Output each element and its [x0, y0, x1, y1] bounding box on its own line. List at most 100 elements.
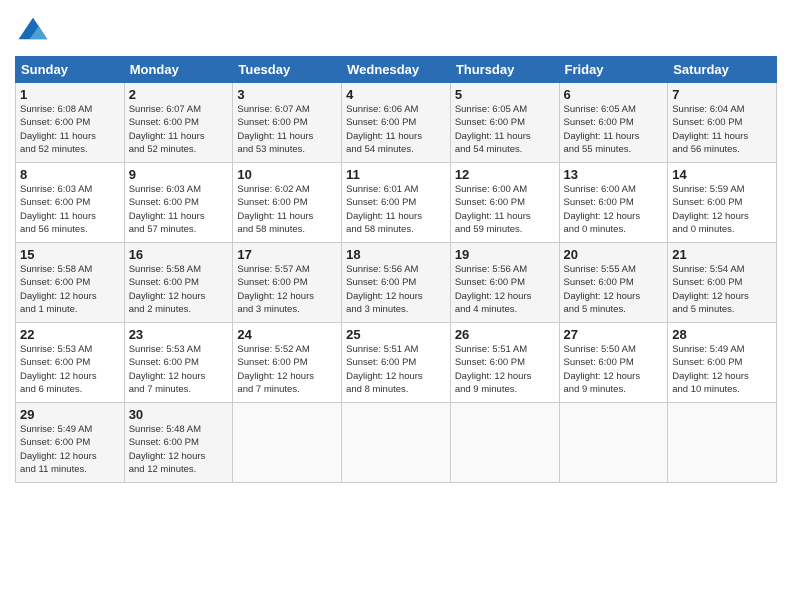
- day-info: Sunrise: 6:03 AM Sunset: 6:00 PM Dayligh…: [20, 183, 120, 236]
- calendar-cell: 18Sunrise: 5:56 AM Sunset: 6:00 PM Dayli…: [342, 243, 451, 323]
- calendar-cell: 25Sunrise: 5:51 AM Sunset: 6:00 PM Dayli…: [342, 323, 451, 403]
- day-info: Sunrise: 5:48 AM Sunset: 6:00 PM Dayligh…: [129, 423, 229, 476]
- calendar-cell: 9Sunrise: 6:03 AM Sunset: 6:00 PM Daylig…: [124, 163, 233, 243]
- calendar-cell: 4Sunrise: 6:06 AM Sunset: 6:00 PM Daylig…: [342, 83, 451, 163]
- calendar-cell: 26Sunrise: 5:51 AM Sunset: 6:00 PM Dayli…: [450, 323, 559, 403]
- day-number: 18: [346, 247, 446, 262]
- calendar-cell: 3Sunrise: 6:07 AM Sunset: 6:00 PM Daylig…: [233, 83, 342, 163]
- day-number: 30: [129, 407, 229, 422]
- calendar-cell: [342, 403, 451, 483]
- day-number: 15: [20, 247, 120, 262]
- day-number: 6: [564, 87, 664, 102]
- day-number: 23: [129, 327, 229, 342]
- calendar-cell: 27Sunrise: 5:50 AM Sunset: 6:00 PM Dayli…: [559, 323, 668, 403]
- col-header-wednesday: Wednesday: [342, 57, 451, 83]
- calendar-cell: 16Sunrise: 5:58 AM Sunset: 6:00 PM Dayli…: [124, 243, 233, 323]
- day-number: 10: [237, 167, 337, 182]
- calendar-cell: 15Sunrise: 5:58 AM Sunset: 6:00 PM Dayli…: [16, 243, 125, 323]
- calendar-header: SundayMondayTuesdayWednesdayThursdayFrid…: [16, 57, 777, 83]
- day-number: 20: [564, 247, 664, 262]
- day-number: 26: [455, 327, 555, 342]
- day-number: 14: [672, 167, 772, 182]
- day-info: Sunrise: 6:06 AM Sunset: 6:00 PM Dayligh…: [346, 103, 446, 156]
- day-number: 19: [455, 247, 555, 262]
- day-number: 28: [672, 327, 772, 342]
- calendar-week-3: 15Sunrise: 5:58 AM Sunset: 6:00 PM Dayli…: [16, 243, 777, 323]
- day-number: 1: [20, 87, 120, 102]
- calendar-cell: 7Sunrise: 6:04 AM Sunset: 6:00 PM Daylig…: [668, 83, 777, 163]
- day-info: Sunrise: 5:59 AM Sunset: 6:00 PM Dayligh…: [672, 183, 772, 236]
- day-number: 22: [20, 327, 120, 342]
- calendar-week-4: 22Sunrise: 5:53 AM Sunset: 6:00 PM Dayli…: [16, 323, 777, 403]
- day-number: 17: [237, 247, 337, 262]
- calendar-cell: [233, 403, 342, 483]
- calendar-cell: 21Sunrise: 5:54 AM Sunset: 6:00 PM Dayli…: [668, 243, 777, 323]
- day-number: 3: [237, 87, 337, 102]
- calendar-week-2: 8Sunrise: 6:03 AM Sunset: 6:00 PM Daylig…: [16, 163, 777, 243]
- logo: [15, 14, 53, 50]
- calendar-cell: 23Sunrise: 5:53 AM Sunset: 6:00 PM Dayli…: [124, 323, 233, 403]
- day-info: Sunrise: 5:55 AM Sunset: 6:00 PM Dayligh…: [564, 263, 664, 316]
- calendar-table: SundayMondayTuesdayWednesdayThursdayFrid…: [15, 56, 777, 483]
- day-info: Sunrise: 5:56 AM Sunset: 6:00 PM Dayligh…: [346, 263, 446, 316]
- day-number: 11: [346, 167, 446, 182]
- logo-icon: [15, 14, 51, 50]
- calendar-cell: 10Sunrise: 6:02 AM Sunset: 6:00 PM Dayli…: [233, 163, 342, 243]
- calendar-cell: 2Sunrise: 6:07 AM Sunset: 6:00 PM Daylig…: [124, 83, 233, 163]
- col-header-saturday: Saturday: [668, 57, 777, 83]
- calendar-cell: 19Sunrise: 5:56 AM Sunset: 6:00 PM Dayli…: [450, 243, 559, 323]
- calendar-body: 1Sunrise: 6:08 AM Sunset: 6:00 PM Daylig…: [16, 83, 777, 483]
- calendar-cell: 8Sunrise: 6:03 AM Sunset: 6:00 PM Daylig…: [16, 163, 125, 243]
- calendar-cell: [668, 403, 777, 483]
- day-info: Sunrise: 5:49 AM Sunset: 6:00 PM Dayligh…: [20, 423, 120, 476]
- day-info: Sunrise: 6:02 AM Sunset: 6:00 PM Dayligh…: [237, 183, 337, 236]
- day-number: 7: [672, 87, 772, 102]
- day-number: 4: [346, 87, 446, 102]
- day-info: Sunrise: 5:56 AM Sunset: 6:00 PM Dayligh…: [455, 263, 555, 316]
- calendar-cell: 20Sunrise: 5:55 AM Sunset: 6:00 PM Dayli…: [559, 243, 668, 323]
- day-info: Sunrise: 5:52 AM Sunset: 6:00 PM Dayligh…: [237, 343, 337, 396]
- day-number: 5: [455, 87, 555, 102]
- col-header-friday: Friday: [559, 57, 668, 83]
- calendar-cell: [450, 403, 559, 483]
- day-number: 21: [672, 247, 772, 262]
- day-info: Sunrise: 5:53 AM Sunset: 6:00 PM Dayligh…: [20, 343, 120, 396]
- day-info: Sunrise: 6:04 AM Sunset: 6:00 PM Dayligh…: [672, 103, 772, 156]
- calendar-cell: 17Sunrise: 5:57 AM Sunset: 6:00 PM Dayli…: [233, 243, 342, 323]
- day-info: Sunrise: 5:58 AM Sunset: 6:00 PM Dayligh…: [20, 263, 120, 316]
- day-number: 13: [564, 167, 664, 182]
- col-header-monday: Monday: [124, 57, 233, 83]
- day-number: 29: [20, 407, 120, 422]
- calendar-cell: 13Sunrise: 6:00 AM Sunset: 6:00 PM Dayli…: [559, 163, 668, 243]
- day-number: 25: [346, 327, 446, 342]
- day-info: Sunrise: 6:08 AM Sunset: 6:00 PM Dayligh…: [20, 103, 120, 156]
- col-header-thursday: Thursday: [450, 57, 559, 83]
- day-info: Sunrise: 6:00 AM Sunset: 6:00 PM Dayligh…: [564, 183, 664, 236]
- day-number: 24: [237, 327, 337, 342]
- day-info: Sunrise: 5:51 AM Sunset: 6:00 PM Dayligh…: [455, 343, 555, 396]
- calendar-cell: 6Sunrise: 6:05 AM Sunset: 6:00 PM Daylig…: [559, 83, 668, 163]
- calendar-cell: 12Sunrise: 6:00 AM Sunset: 6:00 PM Dayli…: [450, 163, 559, 243]
- calendar-cell: 1Sunrise: 6:08 AM Sunset: 6:00 PM Daylig…: [16, 83, 125, 163]
- day-info: Sunrise: 6:07 AM Sunset: 6:00 PM Dayligh…: [129, 103, 229, 156]
- day-number: 9: [129, 167, 229, 182]
- day-info: Sunrise: 6:01 AM Sunset: 6:00 PM Dayligh…: [346, 183, 446, 236]
- calendar-week-1: 1Sunrise: 6:08 AM Sunset: 6:00 PM Daylig…: [16, 83, 777, 163]
- day-info: Sunrise: 5:57 AM Sunset: 6:00 PM Dayligh…: [237, 263, 337, 316]
- day-number: 16: [129, 247, 229, 262]
- day-info: Sunrise: 5:51 AM Sunset: 6:00 PM Dayligh…: [346, 343, 446, 396]
- calendar-cell: 14Sunrise: 5:59 AM Sunset: 6:00 PM Dayli…: [668, 163, 777, 243]
- col-header-tuesday: Tuesday: [233, 57, 342, 83]
- day-number: 2: [129, 87, 229, 102]
- calendar-cell: 22Sunrise: 5:53 AM Sunset: 6:00 PM Dayli…: [16, 323, 125, 403]
- col-header-sunday: Sunday: [16, 57, 125, 83]
- day-number: 8: [20, 167, 120, 182]
- calendar-cell: 5Sunrise: 6:05 AM Sunset: 6:00 PM Daylig…: [450, 83, 559, 163]
- calendar-cell: 29Sunrise: 5:49 AM Sunset: 6:00 PM Dayli…: [16, 403, 125, 483]
- page-header: [15, 10, 777, 50]
- day-info: Sunrise: 5:58 AM Sunset: 6:00 PM Dayligh…: [129, 263, 229, 316]
- calendar-cell: [559, 403, 668, 483]
- day-info: Sunrise: 5:53 AM Sunset: 6:00 PM Dayligh…: [129, 343, 229, 396]
- day-info: Sunrise: 6:05 AM Sunset: 6:00 PM Dayligh…: [564, 103, 664, 156]
- calendar-cell: 30Sunrise: 5:48 AM Sunset: 6:00 PM Dayli…: [124, 403, 233, 483]
